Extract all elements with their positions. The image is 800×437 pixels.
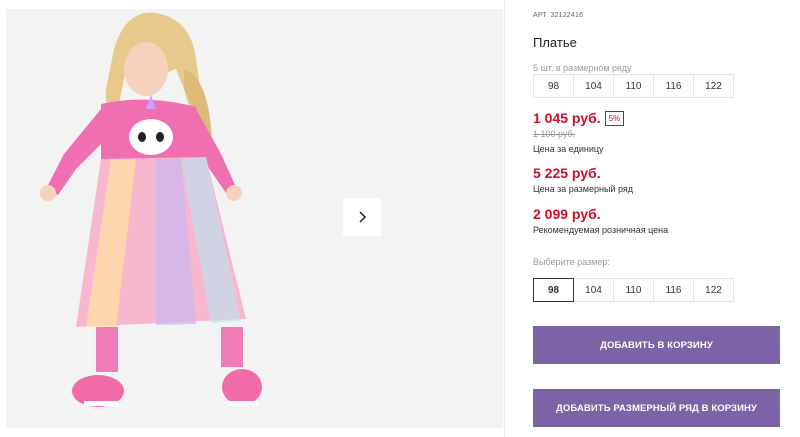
unit-price-row: 1 045 руб. 5%	[533, 110, 625, 126]
size-option-116[interactable]: 116	[653, 278, 694, 302]
add-to-cart-button[interactable]: ДОБАВИТЬ В КОРЗИНУ	[533, 326, 780, 364]
product-title: Платье	[533, 35, 577, 50]
size-option-104[interactable]: 104	[573, 278, 614, 302]
size-range-grid: 98 104 110 116 122	[533, 74, 734, 98]
size-range-hint: 5 шт. в размерном ряду	[533, 63, 632, 73]
size-range-cell: 104	[573, 74, 614, 98]
old-price: 1 100 руб.	[533, 129, 576, 139]
product-gallery	[0, 0, 504, 437]
product-details: АРТ. 32122416 Платье 5 шт. в размерном р…	[533, 0, 783, 437]
size-range-cell: 98	[533, 74, 574, 98]
divider	[504, 0, 505, 437]
discount-badge: 5%	[604, 110, 625, 126]
article-number: АРТ. 32122416	[533, 12, 583, 19]
gallery-next-button[interactable]	[343, 198, 381, 236]
size-option-122[interactable]: 122	[693, 278, 734, 302]
chevron-right-icon	[359, 211, 367, 223]
set-price-caption: Цена за размерный ряд	[533, 184, 634, 194]
size-option-98[interactable]: 98	[533, 278, 574, 302]
size-select-label: Выберите размер:	[533, 257, 610, 267]
size-selector: 98 104 110 116 122	[533, 278, 734, 302]
article-label: АРТ.	[533, 12, 549, 19]
size-range-cell: 116	[653, 74, 694, 98]
size-range-cell: 110	[613, 74, 654, 98]
product-photo-illustration	[6, 9, 318, 428]
retail-price: 2 099 руб.	[533, 206, 601, 222]
retail-price-caption: Рекомендуемая розничная цена	[533, 225, 669, 235]
size-option-110[interactable]: 110	[613, 278, 654, 302]
product-photo	[6, 9, 318, 428]
unit-price-caption: Цена за единицу	[533, 144, 604, 154]
set-price: 5 225 руб.	[533, 165, 601, 181]
unit-price: 1 045 руб.	[533, 110, 601, 126]
add-size-set-to-cart-button[interactable]: ДОБАВИТЬ РАЗМЕРНЫЙ РЯД В КОРЗИНУ	[533, 389, 780, 427]
size-range-cell: 122	[693, 74, 734, 98]
article-value: 32122416	[550, 12, 584, 19]
